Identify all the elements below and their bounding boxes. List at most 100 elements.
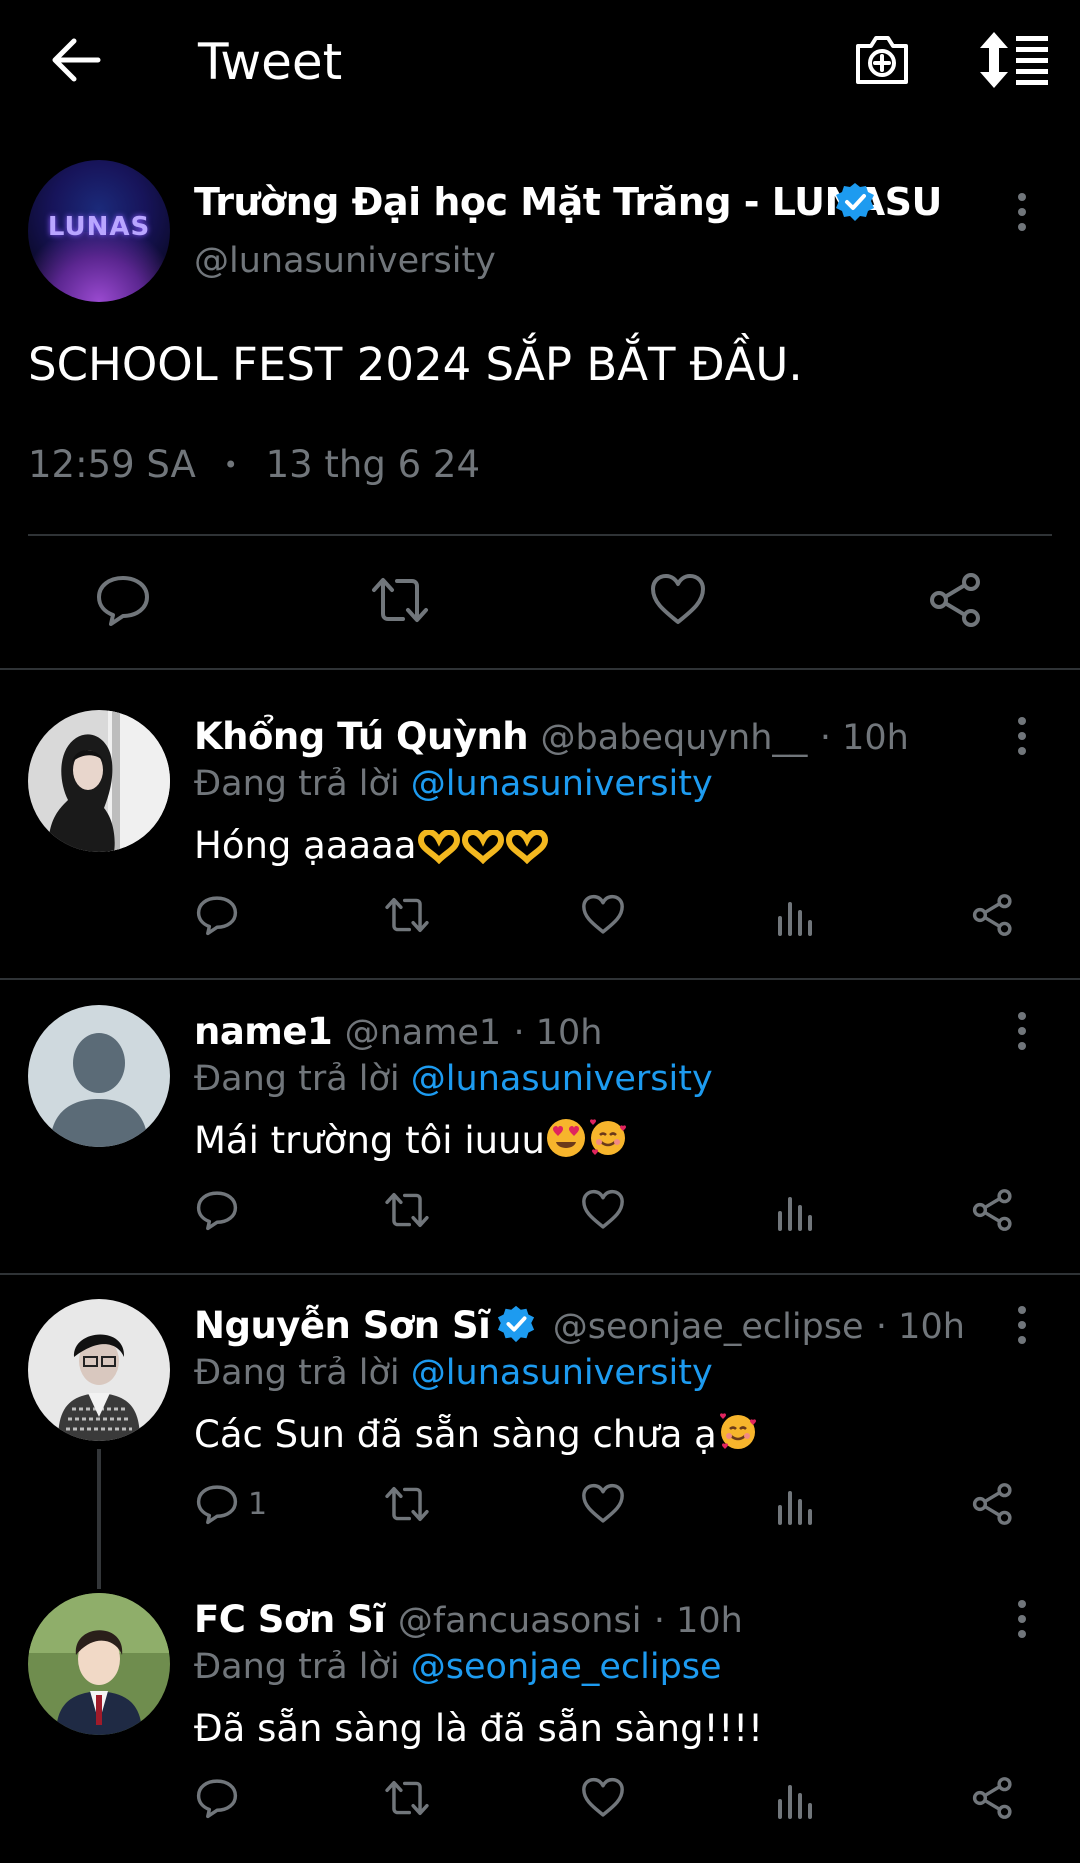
top-app-bar: Tweet xyxy=(0,0,1080,130)
back-arrow-icon[interactable] xyxy=(46,30,106,90)
reply-author-handle[interactable]: @name1 xyxy=(345,1013,502,1053)
replying-to-line: Đang trả lời @lunasuniversity xyxy=(194,1057,713,1101)
reply-time: · 10h xyxy=(513,1013,603,1053)
reply-time: · 10h xyxy=(653,1601,743,1641)
share-icon[interactable] xyxy=(970,1775,1016,1821)
replying-to-line: Đang trả lời @lunasuniversity xyxy=(194,1351,713,1395)
tweet-text: SCHOOL FEST 2024 SẮP BẮT ĐẦU. xyxy=(28,338,803,391)
reply-author-line: name1 @name1 · 10h xyxy=(194,1009,603,1056)
retweet-icon[interactable] xyxy=(384,1187,430,1233)
reply-tweet[interactable]: name1 @name1 · 10h Đang trả lời @lunasun… xyxy=(0,965,1080,1255)
heart-eyes-emoji xyxy=(545,1117,587,1159)
reply-icon[interactable] xyxy=(194,1775,240,1821)
reply-text-line: Các Sun đã sẵn sàng chưa ạ xyxy=(194,1411,759,1459)
author-name[interactable]: Trường Đại học Mặt Trăng - LUNASU xyxy=(194,178,942,226)
reply-icon[interactable] xyxy=(194,1481,240,1527)
like-heart-icon[interactable] xyxy=(580,1481,626,1527)
verified-badge-icon xyxy=(834,181,876,223)
avatar-logo-text: LUNAS xyxy=(47,212,151,242)
retweet-icon[interactable] xyxy=(384,1481,430,1527)
tweet-timestamp: 12:59 SA • 13 thg 6 24 xyxy=(28,442,480,488)
views-chart-icon[interactable] xyxy=(774,1481,820,1527)
sort-replies-icon[interactable] xyxy=(978,30,1050,90)
author-handle[interactable]: @lunasuniversity xyxy=(194,239,496,283)
page-title: Tweet xyxy=(198,33,343,91)
replying-to-label: Đang trả lời xyxy=(194,1353,411,1393)
share-icon[interactable] xyxy=(970,1481,1016,1527)
timestamp-separator: • xyxy=(223,451,238,479)
replying-to-line: Đang trả lời @lunasuniversity xyxy=(194,762,713,806)
reply-text: Đã sẵn sàng là đã sẵn sàng!!!! xyxy=(194,1707,763,1750)
tweet-date: 13 thg 6 24 xyxy=(265,443,480,486)
reply-action-bar xyxy=(194,1775,1054,1831)
more-options-icon[interactable] xyxy=(1004,1597,1040,1641)
reply-action-bar xyxy=(194,892,1054,948)
reply-author-handle[interactable]: @babequynh__ xyxy=(541,718,808,758)
reply-icon[interactable] xyxy=(93,570,153,630)
share-icon[interactable] xyxy=(970,892,1016,938)
camera-add-icon[interactable] xyxy=(852,30,912,90)
reply-tweet[interactable]: Khổng Tú Quỳnh @babequynh__ · 10h Đang t… xyxy=(0,670,1080,960)
reply-author-name[interactable]: Khổng Tú Quỳnh xyxy=(194,715,529,758)
reply-text: Mái trường tôi iuuu xyxy=(194,1119,545,1162)
reply-author-line: Nguyễn Sơn Sĩ @seonjae_eclipse · 10h xyxy=(194,1303,965,1350)
reply-time: · 10h xyxy=(819,718,909,758)
divider xyxy=(28,534,1052,536)
heart-hands-emoji xyxy=(461,830,505,864)
views-chart-icon[interactable] xyxy=(774,892,820,938)
replying-to-label: Đang trả lời xyxy=(194,1059,411,1099)
views-chart-icon[interactable] xyxy=(774,1775,820,1821)
like-heart-icon[interactable] xyxy=(580,1187,626,1233)
reply-author-name[interactable]: FC Sơn Sĩ xyxy=(194,1598,386,1641)
share-icon[interactable] xyxy=(926,570,986,630)
views-chart-icon[interactable] xyxy=(774,1187,820,1233)
more-options-icon[interactable] xyxy=(1004,714,1040,758)
avatar-glow xyxy=(28,232,170,302)
avatar[interactable]: LUNAS xyxy=(28,160,170,302)
reply-text: Hóng ạaaaa xyxy=(194,824,417,867)
replying-to-line: Đang trả lời @seonjae_eclipse xyxy=(194,1645,722,1689)
like-heart-icon[interactable] xyxy=(648,570,708,630)
reply-tweet[interactable]: Nguyễn Sơn Sĩ @seonjae_eclipse · 10h Đan… xyxy=(0,1259,1080,1589)
share-icon[interactable] xyxy=(970,1187,1016,1233)
reply-time: · 10h xyxy=(875,1307,965,1347)
reply-action-bar: 1 xyxy=(194,1481,1054,1537)
replying-to-mention[interactable]: @lunasuniversity xyxy=(411,1059,713,1099)
reply-author-name[interactable]: name1 xyxy=(194,1010,333,1053)
reply-author-handle[interactable]: @fancuasonsi xyxy=(398,1601,642,1641)
avatar[interactable] xyxy=(28,710,170,852)
reply-author-handle[interactable]: @seonjae_eclipse xyxy=(553,1307,864,1347)
retweet-icon[interactable] xyxy=(384,892,430,938)
heart-hands-emoji xyxy=(505,830,549,864)
retweet-icon[interactable] xyxy=(384,1775,430,1821)
smiling-hearts-emoji xyxy=(587,1117,629,1159)
reply-text-line: Hóng ạaaaa xyxy=(194,822,549,870)
replying-to-mention[interactable]: @lunasuniversity xyxy=(411,764,713,804)
reply-action-bar xyxy=(194,1187,1054,1243)
replying-to-label: Đang trả lời xyxy=(194,1647,411,1687)
replying-to-mention[interactable]: @seonjae_eclipse xyxy=(411,1647,722,1687)
avatar[interactable] xyxy=(28,1299,170,1441)
verified-badge-icon xyxy=(496,1304,536,1344)
reply-icon[interactable] xyxy=(194,1187,240,1233)
tweet-action-bar xyxy=(0,540,1080,660)
reply-author-name[interactable]: Nguyễn Sơn Sĩ xyxy=(194,1304,491,1347)
avatar[interactable] xyxy=(28,1593,170,1735)
tweet-time: 12:59 SA xyxy=(28,443,196,486)
retweet-icon[interactable] xyxy=(370,570,430,630)
like-heart-icon[interactable] xyxy=(580,892,626,938)
avatar[interactable] xyxy=(28,1005,170,1147)
reply-text: Các Sun đã sẵn sàng chưa ạ xyxy=(194,1413,717,1456)
smiling-hearts-emoji xyxy=(717,1411,759,1453)
more-options-icon[interactable] xyxy=(1004,190,1040,234)
more-options-icon[interactable] xyxy=(1004,1009,1040,1053)
heart-hands-emoji xyxy=(417,830,461,864)
more-options-icon[interactable] xyxy=(1004,1303,1040,1347)
reply-icon[interactable] xyxy=(194,892,240,938)
like-heart-icon[interactable] xyxy=(580,1775,626,1821)
replying-to-label: Đang trả lời xyxy=(194,764,411,804)
reply-author-line: Khổng Tú Quỳnh @babequynh__ · 10h xyxy=(194,714,909,761)
reply-count: 1 xyxy=(248,1487,268,1522)
reply-tweet[interactable]: FC Sơn Sĩ @fancuasonsi · 10h Đang trả lờ… xyxy=(0,1553,1080,1843)
replying-to-mention[interactable]: @lunasuniversity xyxy=(411,1353,713,1393)
